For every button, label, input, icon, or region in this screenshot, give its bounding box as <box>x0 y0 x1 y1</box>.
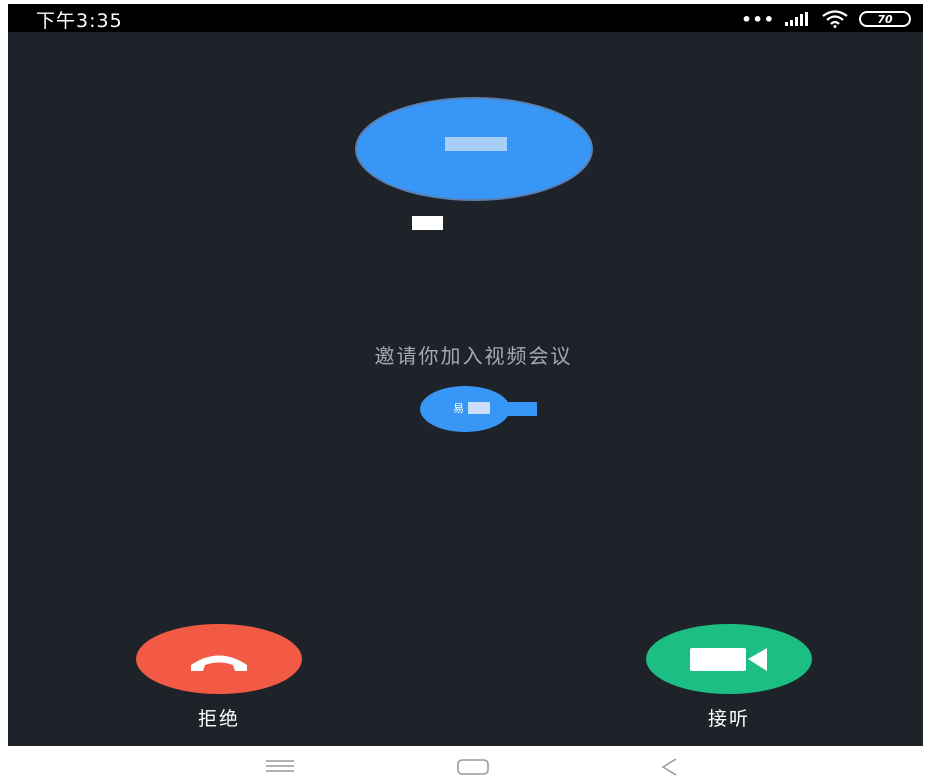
inviter-name-blur <box>468 402 490 414</box>
accept-button[interactable] <box>646 624 812 694</box>
inviter-char: 易 <box>453 402 464 415</box>
menu-icon[interactable] <box>264 758 296 774</box>
status-time: 下午3:35 <box>36 10 123 32</box>
phone-hangup-icon <box>191 655 247 671</box>
signal-icon <box>785 12 808 26</box>
signal-dots: ••• <box>741 9 775 29</box>
status-bar: 下午3:35 ••• 70 <box>8 4 923 32</box>
battery-indicator: 70 <box>859 11 911 27</box>
accept-label: 接听 <box>707 708 750 730</box>
invite-text: 邀请你加入视频会议 <box>374 344 573 368</box>
wifi-icon <box>822 10 848 28</box>
back-icon[interactable] <box>660 758 680 776</box>
decline-label: 拒绝 <box>197 708 240 730</box>
caller-avatar-initial <box>445 137 507 151</box>
video-camera-icon <box>690 648 767 671</box>
navigation-bar <box>0 750 931 782</box>
status-icons: ••• 70 <box>741 8 911 30</box>
caller-avatar <box>355 97 593 201</box>
home-icon[interactable] <box>456 758 490 776</box>
inviter-name-chip: 易 <box>451 402 537 416</box>
caller-name <box>412 216 443 230</box>
incoming-call-screen: 下午3:35 ••• 70 邀请你加入视频会议 易 拒绝 接听 <box>8 4 923 746</box>
decline-button[interactable] <box>136 624 302 694</box>
